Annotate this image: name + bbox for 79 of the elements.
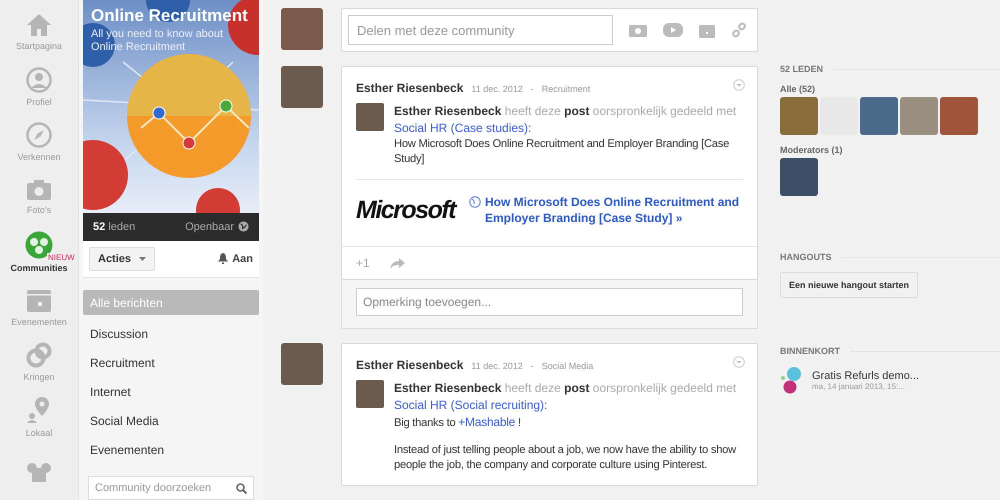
dropdown-icon[interactable] [733, 356, 745, 368]
nav-label: Lokaal [26, 428, 52, 438]
home-icon [26, 12, 52, 37]
members-label[interactable]: Alle (52) [780, 84, 1000, 94]
camera-icon [26, 178, 52, 201]
section-heading: BINNENKORT [780, 346, 840, 356]
event-title[interactable]: Gratis Refurls demo... [812, 370, 919, 382]
circles-icon [26, 342, 52, 368]
globe-icon [469, 196, 481, 208]
post-category[interactable]: Social Media [542, 361, 594, 371]
category-item[interactable]: Social Media [83, 406, 259, 436]
section-heading: 52 LEDEN [780, 64, 824, 74]
nav-label: Communities [10, 262, 68, 273]
nav-label: Profiel [26, 96, 52, 107]
community-search-field[interactable]: Community doorzoeken [88, 476, 254, 500]
search-icon [236, 482, 247, 494]
post-category[interactable]: Recruitment [542, 84, 590, 94]
bell-icon [218, 253, 228, 264]
visibility-label: Openbaar [185, 220, 234, 233]
nav-item[interactable]: NIEUW Communities [0, 224, 78, 280]
dropdown-icon[interactable] [733, 79, 745, 91]
nav-label: Verkennen [17, 152, 61, 162]
location-pin-icon [26, 396, 52, 424]
new-label: NIEUW [47, 253, 76, 262]
author-avatar [356, 380, 384, 408]
globe-icon [238, 221, 249, 232]
meta-separator: - [530, 84, 534, 94]
event-time: ma, 14 januari 2013, 15:... [812, 382, 906, 390]
nav-label: Startpagina [16, 40, 62, 51]
post-date[interactable]: 11 dec. 2012 [471, 84, 523, 94]
shared-with-link[interactable]: Social HR (Case studies): [394, 120, 751, 137]
author-name[interactable]: Esther Riesenbeck [356, 358, 464, 372]
post-text: Instead of just telling people about a job, we now have the ability to show people the job, the company and corporate culture using Pinterest. [394, 443, 738, 473]
shared-by-text: Esther Riesenbeck heeft deze post oorspronkelijk gedeeld met [394, 103, 738, 120]
moderators-label[interactable]: Moderators (1) [780, 145, 1000, 155]
category-item[interactable]: Discussion [83, 319, 259, 348]
link-preview-logo: Microsoft [356, 195, 455, 225]
author-avatar [281, 66, 323, 108]
category-item[interactable]: Internet [83, 377, 259, 406]
member-avatar[interactable] [860, 97, 898, 135]
link-icon[interactable] [731, 22, 747, 38]
user-avatar [281, 8, 323, 50]
notifications-toggle[interactable]: Aan [232, 252, 253, 265]
category-item[interactable]: Recruitment [83, 348, 259, 378]
compass-icon [26, 122, 52, 148]
share-arrow-icon[interactable] [390, 258, 405, 268]
member-avatar[interactable] [940, 97, 978, 135]
shared-by-text: Esther Riesenbeck heeft deze post oorspronkelijk gedeeld met [394, 380, 738, 397]
post-date[interactable]: 11 dec. 2012 [471, 361, 523, 371]
share-field[interactable]: Delen met deze community [348, 15, 613, 45]
puzzle-icon [26, 462, 52, 482]
author-name[interactable]: Esther Riesenbeck [356, 81, 464, 95]
member-avatar[interactable] [780, 158, 818, 196]
section-heading: HANGOUTS [780, 252, 832, 262]
nav-label: Kringen [23, 372, 55, 382]
post-text: Big thanks to +Mashable ! [394, 414, 522, 431]
calendar-icon[interactable] [699, 22, 715, 38]
author-avatar [356, 103, 384, 131]
meta-separator: - [530, 361, 534, 371]
nav-label: Evenementen [11, 317, 67, 328]
member-count: 52 leden [93, 220, 136, 233]
mention-link[interactable]: +Mashable [458, 415, 516, 429]
calendar-icon [26, 287, 52, 314]
member-avatar[interactable] [900, 97, 938, 135]
author-avatar [281, 343, 323, 385]
nav-label: Foto's [26, 204, 52, 215]
member-avatar[interactable] [780, 97, 818, 135]
link-preview-title[interactable]: How Microsoft Does Online Recruitment and Employer Branding [Case Study] » [485, 194, 743, 226]
shared-with-link[interactable]: Social HR (Social recruiting): [394, 397, 751, 414]
category-item[interactable]: Evenementen [83, 435, 259, 464]
camera-icon[interactable] [629, 23, 647, 37]
start-hangout-button[interactable]: Een nieuwe hangout starten [780, 272, 918, 298]
event-icon [780, 366, 804, 394]
profile-icon [26, 66, 52, 93]
video-icon[interactable] [663, 23, 683, 37]
comment-field[interactable]: Opmerking toevoegen... [356, 288, 743, 316]
post-text: How Microsoft Does Online Recruitment and Employer Branding [Case Study] [394, 137, 730, 167]
caret-icon [139, 256, 146, 261]
actions-button[interactable]: Acties [89, 246, 156, 271]
